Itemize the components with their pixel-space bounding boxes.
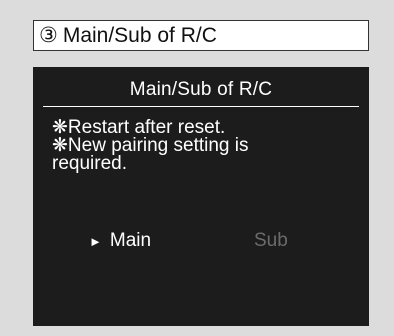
option-main-label: Main [109, 230, 152, 251]
remote-controller-screen: Main/Sub of R/C ❋Restart after reset. ❋N… [33, 67, 369, 326]
option-sub-label: Sub [254, 230, 288, 251]
step-number: ③ [39, 24, 58, 47]
selection-cursor-icon: ► [89, 233, 102, 249]
option-main[interactable]: ► Main [89, 230, 151, 252]
step-title: Main/Sub of R/C [62, 23, 217, 47]
option-sub[interactable]: Sub [254, 230, 288, 252]
screen-title: Main/Sub of R/C [129, 79, 273, 100]
notes: ❋Restart after reset. ❋New pairing setti… [52, 118, 362, 174]
step-header: ③ Main/Sub of R/C [33, 20, 369, 51]
title-divider [43, 106, 359, 107]
note-required: required. [52, 153, 127, 174]
